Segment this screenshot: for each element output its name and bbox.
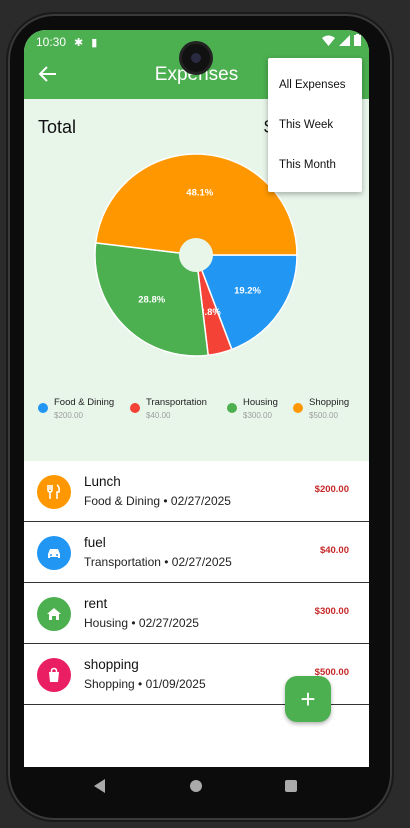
- legend-dot-transportation: [130, 403, 140, 413]
- menu-item-this-week[interactable]: This Week: [279, 119, 333, 131]
- expense-name: Lunch: [84, 474, 121, 489]
- expense-subtitle: Transportation • 02/27/2025: [84, 555, 232, 569]
- system-nav-bar: [24, 767, 369, 805]
- nav-home-icon[interactable]: [190, 780, 202, 792]
- list-item[interactable]: fuel Transportation • 02/27/2025 $40.00: [24, 522, 369, 583]
- chart-legend: Food & Dining $200.00 Transportation $40…: [38, 397, 368, 437]
- legend-label-food: Food & Dining: [54, 397, 115, 408]
- legend-label-shopping: Shopping: [309, 397, 350, 408]
- wifi-icon: [322, 35, 335, 46]
- battery-icon: [354, 34, 361, 46]
- expense-amount: $200.00: [314, 484, 349, 495]
- expense-subtitle: Shopping • 01/09/2025: [84, 677, 206, 691]
- fork-knife-icon: [47, 484, 61, 499]
- car-icon: [48, 549, 60, 558]
- home-icon: [47, 608, 61, 620]
- nav-back-icon[interactable]: [94, 779, 105, 793]
- pie-center-hole: [179, 238, 213, 272]
- expense-list: Lunch Food & Dining • 02/27/2025 $200.00…: [24, 461, 369, 705]
- legend-amount-food: $200.00: [54, 411, 83, 420]
- settings-status-icon: ✱: [74, 36, 84, 49]
- menu-item-all-expenses[interactable]: All Expenses: [279, 79, 345, 91]
- legend-amount-housing: $300.00: [243, 411, 272, 420]
- add-expense-button[interactable]: +: [285, 676, 331, 722]
- pie-label-food-dining: 19.2%: [234, 286, 261, 297]
- sd-card-status-icon: ▮: [91, 36, 98, 49]
- front-camera: [182, 44, 210, 72]
- nav-recents-icon[interactable]: [285, 780, 297, 792]
- expense-subtitle: Food & Dining • 02/27/2025: [84, 494, 231, 508]
- expense-amount: $300.00: [314, 606, 349, 617]
- legend-dot-food: [38, 403, 48, 413]
- category-avatar: [37, 536, 71, 570]
- expense-name: fuel: [84, 535, 106, 550]
- legend-label-housing: Housing: [243, 397, 278, 408]
- legend-dot-housing: [227, 403, 237, 413]
- legend-label-transportation: Transportation: [146, 397, 207, 408]
- filter-menu: All Expenses This Week This Month: [268, 58, 362, 192]
- expense-name: shopping: [84, 657, 139, 672]
- expense-name: rent: [84, 596, 108, 611]
- pie-label-shopping: 48.1%: [186, 187, 213, 198]
- expense-subtitle: Housing • 02/27/2025: [84, 616, 199, 630]
- menu-item-this-month[interactable]: This Month: [279, 159, 336, 171]
- legend-amount-transportation: $40.00: [146, 411, 171, 420]
- signal-icon: [339, 34, 350, 46]
- pie-label-housing: 28.8%: [138, 294, 165, 305]
- expense-amount: $40.00: [319, 545, 349, 556]
- legend-amount-shopping: $500.00: [309, 411, 338, 420]
- category-avatar: [37, 658, 71, 692]
- list-item[interactable]: Lunch Food & Dining • 02/27/2025 $200.00: [24, 461, 369, 522]
- status-time: 10:30: [36, 35, 67, 49]
- category-avatar: [37, 597, 71, 631]
- legend-dot-shopping: [293, 403, 303, 413]
- shopping-bag-icon: [49, 667, 59, 682]
- category-avatar: [37, 475, 71, 509]
- list-item[interactable]: rent Housing • 02/27/2025 $300.00: [24, 583, 369, 644]
